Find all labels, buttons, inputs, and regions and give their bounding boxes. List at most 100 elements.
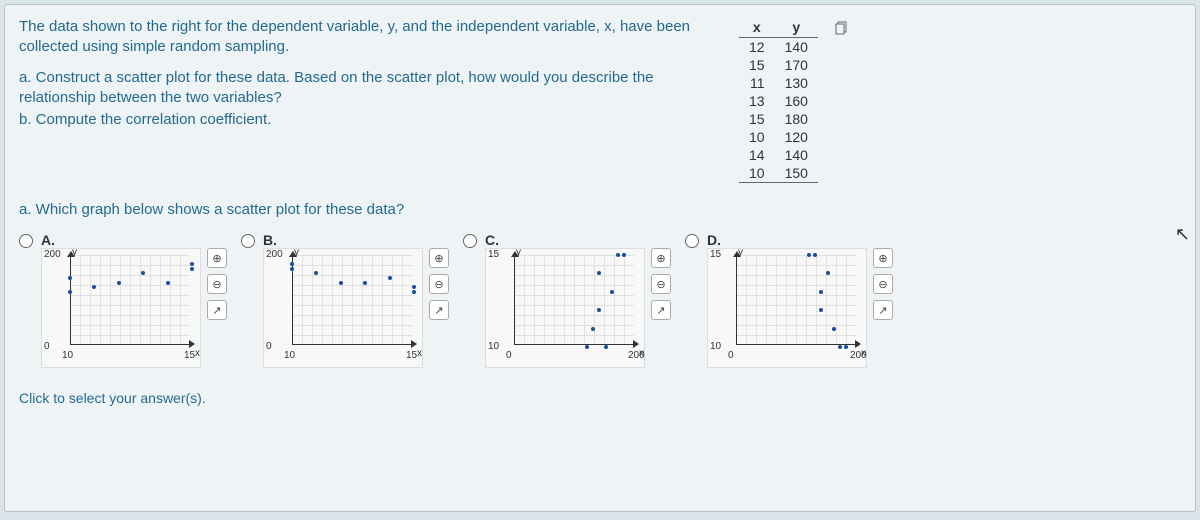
y-tick: 10 bbox=[488, 341, 499, 352]
zoom-out-icon[interactable]: ⊖ bbox=[429, 274, 449, 294]
table-row: 10120 bbox=[739, 128, 818, 146]
copy-icon[interactable] bbox=[835, 21, 849, 35]
options-row: A. y x 02001015 ⊕ ⊖ ↗ bbox=[19, 232, 1181, 368]
data-point bbox=[388, 276, 392, 280]
x-axis-label: x bbox=[417, 348, 422, 359]
table-cell: 15 bbox=[739, 56, 775, 74]
x-tick: 200 bbox=[628, 350, 645, 361]
data-point bbox=[363, 281, 367, 285]
popout-icon[interactable]: ↗ bbox=[207, 300, 227, 320]
table-row: 12140 bbox=[739, 38, 818, 57]
table-cell: 140 bbox=[775, 38, 818, 57]
y-tick: 0 bbox=[266, 341, 272, 352]
data-point bbox=[412, 285, 416, 289]
radio-c[interactable] bbox=[463, 234, 477, 248]
data-point bbox=[166, 281, 170, 285]
data-point bbox=[290, 267, 294, 271]
x-tick: 10 bbox=[284, 350, 295, 361]
data-point bbox=[339, 281, 343, 285]
table-cell: 12 bbox=[739, 38, 775, 57]
cursor-icon: ↖ bbox=[1175, 224, 1190, 245]
part-b-text: b. Compute the correlation coefficient. bbox=[19, 110, 719, 130]
chart-a: y x 02001015 bbox=[41, 248, 201, 368]
data-table: x y 121401517011130131601518010120141401… bbox=[739, 17, 818, 183]
table-cell: 10 bbox=[739, 164, 775, 183]
data-point bbox=[585, 345, 589, 349]
intro-text: The data shown to the right for the depe… bbox=[19, 17, 719, 58]
data-point bbox=[117, 281, 121, 285]
x-tick: 200 bbox=[850, 350, 867, 361]
data-point bbox=[68, 290, 72, 294]
y-tick: 15 bbox=[488, 249, 499, 260]
option-b-label: B. bbox=[263, 232, 419, 248]
popout-icon[interactable]: ↗ bbox=[873, 300, 893, 320]
table-row: 15170 bbox=[739, 56, 818, 74]
y-tick: 10 bbox=[710, 341, 721, 352]
col-x-header: x bbox=[739, 17, 775, 38]
table-cell: 180 bbox=[775, 110, 818, 128]
question-a-text: a. Which graph below shows a scatter plo… bbox=[19, 201, 1181, 218]
data-point bbox=[68, 276, 72, 280]
table-row: 10150 bbox=[739, 164, 818, 183]
data-point bbox=[190, 267, 194, 271]
footer-hint: Click to select your answer(s). bbox=[19, 390, 1181, 406]
y-tick: 200 bbox=[266, 249, 283, 260]
y-axis-label: y bbox=[294, 247, 299, 258]
table-cell: 10 bbox=[739, 128, 775, 146]
y-axis-label: y bbox=[72, 247, 77, 258]
table-cell: 14 bbox=[739, 146, 775, 164]
table-row: 13160 bbox=[739, 92, 818, 110]
chart-b: y x 0 200 10 15 bbox=[263, 248, 423, 368]
data-point bbox=[190, 262, 194, 266]
chart-c: y x 10150200 bbox=[485, 248, 645, 368]
chart-d: y x 10150200 bbox=[707, 248, 867, 368]
data-point bbox=[838, 345, 842, 349]
table-cell: 160 bbox=[775, 92, 818, 110]
y-tick: 0 bbox=[44, 341, 50, 352]
data-point bbox=[844, 345, 848, 349]
y-tick: 15 bbox=[710, 249, 721, 260]
table-cell: 13 bbox=[739, 92, 775, 110]
radio-d[interactable] bbox=[685, 234, 699, 248]
data-point bbox=[412, 290, 416, 294]
popout-icon[interactable]: ↗ bbox=[651, 300, 671, 320]
data-point bbox=[832, 327, 836, 331]
option-d-label: D. bbox=[707, 232, 863, 248]
zoom-in-icon[interactable]: ⊕ bbox=[429, 248, 449, 268]
x-tick: 0 bbox=[728, 350, 734, 361]
option-c-label: C. bbox=[485, 232, 641, 248]
popout-icon[interactable]: ↗ bbox=[429, 300, 449, 320]
table-cell: 130 bbox=[775, 74, 818, 92]
data-point bbox=[622, 253, 626, 257]
zoom-in-icon[interactable]: ⊕ bbox=[873, 248, 893, 268]
zoom-in-icon[interactable]: ⊕ bbox=[651, 248, 671, 268]
zoom-in-icon[interactable]: ⊕ bbox=[207, 248, 227, 268]
y-axis-label: y bbox=[738, 247, 743, 258]
radio-a[interactable] bbox=[19, 234, 33, 248]
table-cell: 150 bbox=[775, 164, 818, 183]
data-point bbox=[826, 271, 830, 275]
zoom-out-icon[interactable]: ⊖ bbox=[651, 274, 671, 294]
table-row: 15180 bbox=[739, 110, 818, 128]
table-cell: 170 bbox=[775, 56, 818, 74]
question-panel: The data shown to the right for the depe… bbox=[4, 4, 1196, 512]
table-cell: 140 bbox=[775, 146, 818, 164]
x-tick: 0 bbox=[506, 350, 512, 361]
zoom-out-icon[interactable]: ⊖ bbox=[207, 274, 227, 294]
part-a-text: a. Construct a scatter plot for these da… bbox=[19, 68, 719, 109]
data-point bbox=[604, 345, 608, 349]
table-cell: 120 bbox=[775, 128, 818, 146]
y-axis-label: y bbox=[516, 247, 521, 258]
data-point bbox=[610, 290, 614, 294]
zoom-out-icon[interactable]: ⊖ bbox=[873, 274, 893, 294]
data-point bbox=[616, 253, 620, 257]
x-tick: 10 bbox=[62, 350, 73, 361]
col-y-header: y bbox=[775, 17, 818, 38]
table-cell: 15 bbox=[739, 110, 775, 128]
x-tick: 15 bbox=[406, 350, 417, 361]
table-row: 14140 bbox=[739, 146, 818, 164]
data-point bbox=[591, 327, 595, 331]
table-row: 11130 bbox=[739, 74, 818, 92]
radio-b[interactable] bbox=[241, 234, 255, 248]
x-tick: 15 bbox=[184, 350, 195, 361]
